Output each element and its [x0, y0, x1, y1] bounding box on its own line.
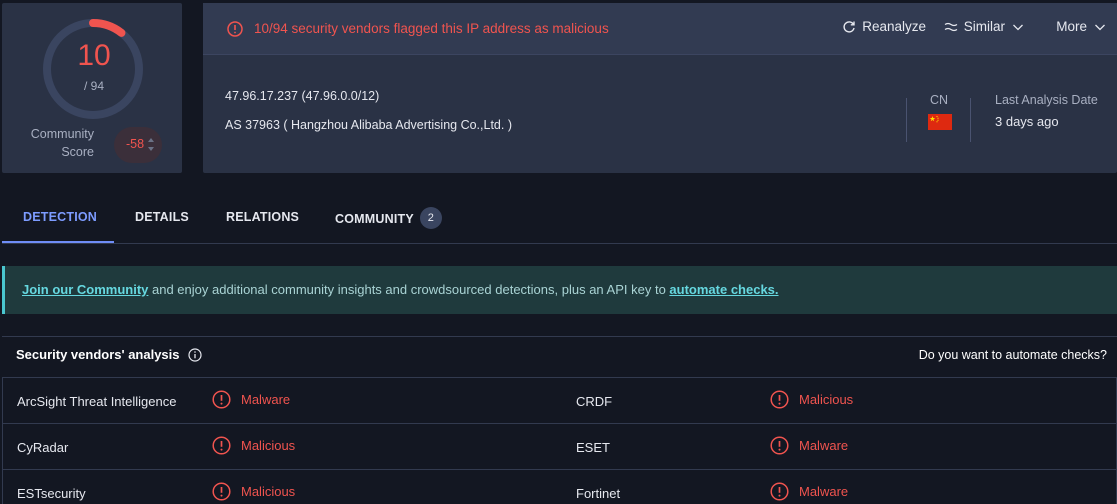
reanalyze-button[interactable]: Reanalyze [842, 19, 926, 34]
ip-address: 47.96.17.237 (47.96.0.0/12) [225, 89, 380, 103]
banner-body: and enjoy additional community insights … [148, 282, 670, 297]
vendor-result-label: Malware [799, 484, 849, 499]
alert-circle-icon [227, 21, 243, 37]
alert-circle-icon [770, 482, 789, 501]
ip-header-card: 10/94 security vendors flagged this IP a… [203, 3, 1117, 173]
tab-community-label: COMMUNITY [335, 211, 414, 226]
community-banner: Join our Community and enjoy additional … [2, 266, 1117, 314]
chevron-down-icon [1013, 24, 1023, 30]
vendor-name: ESTsecurity [17, 486, 86, 501]
detection-total: / 94 [83, 79, 104, 93]
detection-score-card: 10 / 94 Community Score -58 [2, 3, 182, 173]
vendor-result-label: Malware [241, 392, 291, 407]
chevron-down-icon [1095, 24, 1105, 30]
last-analysis-label: Last Analysis Date [995, 93, 1098, 107]
vendor-result: Malicious [212, 436, 295, 455]
active-tab-indicator [2, 241, 114, 243]
vendor-result: Malware [770, 436, 848, 455]
country-code: CN [930, 93, 949, 107]
divider [906, 98, 907, 142]
vendor-result-label: Malicious [241, 484, 296, 499]
alert-circle-icon [770, 436, 789, 455]
automate-checks-link[interactable]: automate checks. [669, 282, 778, 297]
tab-community[interactable]: COMMUNITY 2 [335, 207, 442, 229]
more-button[interactable]: More [1056, 19, 1107, 34]
divider [970, 98, 971, 142]
reanalyze-label: Reanalyze [862, 19, 926, 34]
vendor-result: Malware [212, 390, 290, 409]
vendor-result: Malicious [770, 390, 853, 409]
alert-circle-icon [212, 390, 231, 409]
vendor-result-label: Malicious [241, 438, 296, 453]
page: 10 / 94 Community Score -58 10/94 securi… [0, 0, 1117, 504]
alert-circle-icon [212, 436, 231, 455]
refresh-icon [843, 20, 855, 33]
vendors-header: Security vendors' analysis Do you want t… [2, 336, 1117, 376]
alert-bar: 10/94 security vendors flagged this IP a… [203, 3, 1117, 55]
tab-bar: DETECTION DETAILS RELATIONS COMMUNITY 2 [2, 196, 1117, 244]
china-flag-icon [928, 114, 952, 130]
table-row: ArcSight Threat Intelligence Malware CRD… [3, 378, 1116, 424]
tab-relations[interactable]: RELATIONS [226, 210, 299, 224]
community-label-line1: Community [30, 127, 94, 141]
vendor-name: ArcSight Threat Intelligence [17, 394, 177, 409]
info-icon[interactable] [187, 347, 202, 362]
vendor-name: ESET [576, 440, 610, 455]
alert-text: 10/94 security vendors flagged this IP a… [254, 21, 609, 36]
automate-checks-prompt[interactable]: Do you want to automate checks? [919, 348, 1107, 362]
vendor-result-label: Malicious [799, 392, 854, 407]
table-row: CyRadar Malicious ESET Malware [3, 424, 1116, 470]
vendors-title: Security vendors' analysis [16, 347, 202, 362]
vendor-name: CRDF [576, 394, 613, 409]
last-analysis-value: 3 days ago [995, 114, 1059, 129]
alert-circle-icon [770, 390, 789, 409]
similar-button[interactable]: Similar [944, 19, 1025, 34]
alert-circle-icon [212, 482, 231, 501]
community-count-badge: 2 [419, 207, 442, 229]
vendor-name: CyRadar [17, 440, 69, 455]
community-score-value: -58 [125, 137, 145, 151]
banner-text: Join our Community and enjoy additional … [22, 282, 779, 297]
vendor-name: Fortinet [576, 486, 621, 501]
vendor-results-table: ArcSight Threat Intelligence Malware CRD… [2, 377, 1117, 504]
vendor-result-label: Malware [799, 438, 849, 453]
vote-down-icon[interactable] [148, 147, 154, 151]
community-score-pill[interactable]: -58 [114, 127, 162, 163]
table-row: ESTsecurity Malicious Fortinet Malware [3, 470, 1116, 504]
tab-details[interactable]: DETAILS [135, 210, 189, 224]
autonomous-system: AS 37963 ( Hangzhou Alibaba Advertising … [225, 118, 512, 132]
vendor-result: Malicious [212, 482, 295, 501]
vote-up-icon[interactable] [148, 138, 154, 142]
similar-label: Similar [963, 19, 1005, 34]
detection-count: 10 [77, 39, 111, 72]
tab-detection[interactable]: DETECTION [23, 210, 97, 224]
vendors-title-text: Security vendors' analysis [16, 347, 180, 362]
community-label-line2: Score [61, 145, 94, 159]
more-label: More [1056, 19, 1087, 34]
similar-icon [944, 22, 958, 31]
vendor-result: Malware [770, 482, 848, 501]
join-community-link[interactable]: Join our Community [22, 282, 148, 297]
community-score-label: Community Score [20, 125, 94, 161]
